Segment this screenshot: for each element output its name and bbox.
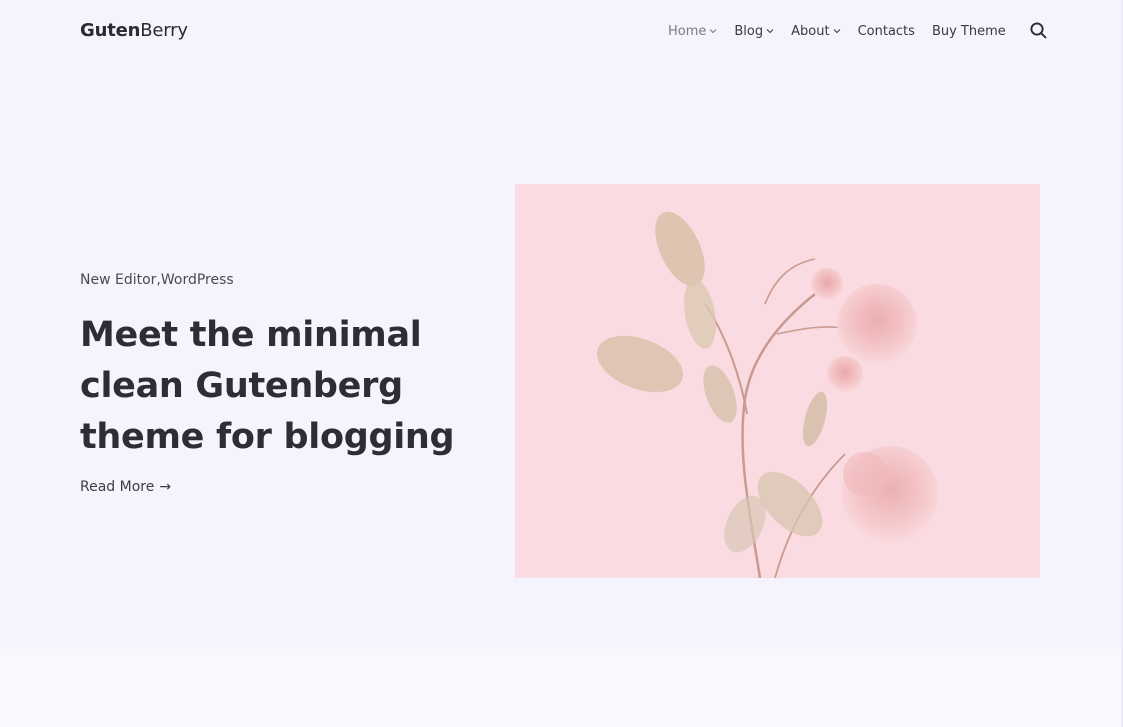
nav-item-label: Home [668,23,707,39]
nav-item-home[interactable]: Home [668,24,717,39]
nav-item-blog[interactable]: Blog [734,24,774,39]
read-more-link[interactable]: Read More → [80,479,171,495]
roses-illustration [596,211,938,578]
content-band [0,637,1123,727]
chevron-down-icon [833,29,840,34]
site-logo[interactable]: GutenBerry [80,19,188,43]
logo-bold-text: Guten [80,20,141,41]
main-nav: Home Blog About Contacts Buy Theme [668,21,1023,41]
post-categories: New Editor,WordPress [80,270,480,290]
nav-item-contacts[interactable]: Contacts [858,24,915,39]
nav-item-label: Buy Theme [931,23,1006,39]
nav-item-label: About [791,23,830,39]
read-more-label: Read More [80,479,155,495]
chevron-down-icon [766,29,774,34]
hero-image[interactable] [515,184,1040,578]
arrow-right-icon: → [159,479,172,495]
nav-item-label: Contacts [857,23,915,39]
nav-item-about[interactable]: About [791,24,840,39]
category-link-wordpress[interactable]: WordPress [161,272,234,288]
post-title[interactable]: Meet the minimal clean Gutenberg theme f… [80,310,480,463]
search-icon [1030,22,1047,39]
hero-post: New Editor,WordPress Meet the minimal cl… [80,270,480,495]
nav-item-label: Blog [734,23,764,39]
site-header: GutenBerry Home Blog About Contacts Buy … [0,0,1123,62]
search-button[interactable] [1030,22,1047,39]
chevron-down-icon [710,29,717,34]
category-link-new-editor[interactable]: New Editor [80,272,156,288]
logo-light-text: Berry [140,20,188,41]
nav-item-buy-theme[interactable]: Buy Theme [932,24,1006,39]
